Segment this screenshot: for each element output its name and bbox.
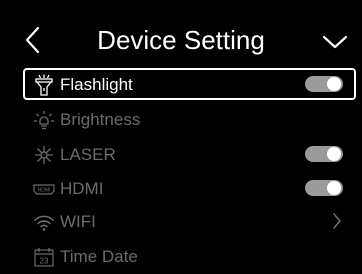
setting-row-flashlight[interactable]: Flashlight: [23, 68, 356, 100]
svg-text:HDMI: HDMI: [38, 188, 51, 194]
calendar-icon: 23: [34, 248, 54, 267]
setting-row-hdmi[interactable]: HDMI HDMI: [24, 173, 356, 203]
toggle-knob: [327, 147, 341, 161]
toggle-knob: [327, 181, 341, 195]
laser-icon: [35, 146, 53, 164]
setting-label-hdmi: HDMI: [60, 179, 104, 198]
setting-row-laser[interactable]: LASER: [24, 139, 356, 169]
setting-row-brightness[interactable]: Brightness: [24, 104, 356, 134]
setting-label-laser: LASER: [60, 145, 116, 164]
flashlight-icon: [35, 74, 53, 96]
setting-label-brightness: Brightness: [60, 110, 141, 129]
setting-label-time-date: Time Date: [60, 247, 138, 266]
brightness-icon: [34, 111, 54, 130]
chevron-right-icon[interactable]: [332, 213, 342, 229]
toggle-knob: [327, 77, 341, 91]
hdmi-toggle[interactable]: [305, 180, 343, 196]
setting-label-wifi: WIFI: [60, 212, 96, 231]
wifi-icon: [34, 215, 54, 231]
header-bar: Device Setting: [0, 0, 362, 68]
setting-row-wifi[interactable]: WIFI: [24, 206, 356, 236]
setting-label-flashlight: Flashlight: [60, 75, 133, 94]
svg-text:23: 23: [40, 257, 49, 266]
laser-toggle[interactable]: [305, 146, 343, 162]
setting-row-time-date[interactable]: 23 Time Date: [24, 241, 356, 271]
flashlight-toggle[interactable]: [305, 76, 343, 92]
hdmi-icon: HDMI: [33, 184, 55, 195]
page-title: Device Setting: [97, 25, 265, 55]
chevron-down-icon[interactable]: [322, 33, 348, 51]
